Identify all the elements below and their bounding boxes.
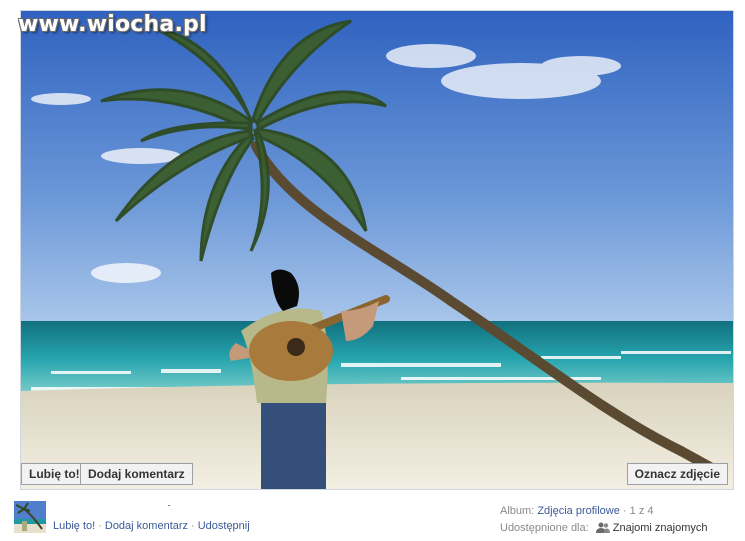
photo-meta: Album: Zdjęcia profilowe · 1 z 4 Udostęp… [500, 503, 708, 539]
separator: · [98, 520, 102, 532]
footer-comment-link[interactable]: Dodaj komentarz [105, 520, 188, 532]
album-label: Album: [500, 505, 535, 517]
shared-label: Udostępnione dla: [500, 522, 589, 534]
beach-photo [21, 11, 733, 489]
people-icon[interactable] [595, 522, 610, 539]
add-comment-button[interactable]: Dodaj komentarz [80, 463, 193, 485]
separator: · [191, 520, 195, 532]
avatar-thumbnail-icon [14, 501, 46, 533]
owner-avatar[interactable] [14, 501, 46, 533]
main-photo[interactable] [20, 10, 734, 490]
photo-footer: Lubię to! · Dodaj komentarz · Udostępnij Alb… [0, 498, 745, 541]
audience-value[interactable]: Znajomi znajomych [613, 522, 708, 534]
photo-actions: Lubię to! · Dodaj komentarz · Udostępnij [53, 520, 250, 532]
album-position: · 1 z 4 [622, 505, 654, 517]
privacy-row: Udostępnione dla: Znajomi znajomych [500, 520, 708, 539]
album-link[interactable]: Zdjęcia profilowe [537, 505, 620, 517]
like-button[interactable]: Lubię to! [21, 463, 88, 485]
footer-share-link[interactable]: Udostępnij [198, 520, 250, 532]
tag-photo-button[interactable]: Oznacz zdjęcie [626, 463, 728, 485]
album-row: Album: Zdjęcia profilowe · 1 z 4 [500, 503, 708, 520]
footer-like-link[interactable]: Lubię to! [53, 520, 95, 532]
watermark-logo: www.wiocha.pl [18, 12, 207, 37]
